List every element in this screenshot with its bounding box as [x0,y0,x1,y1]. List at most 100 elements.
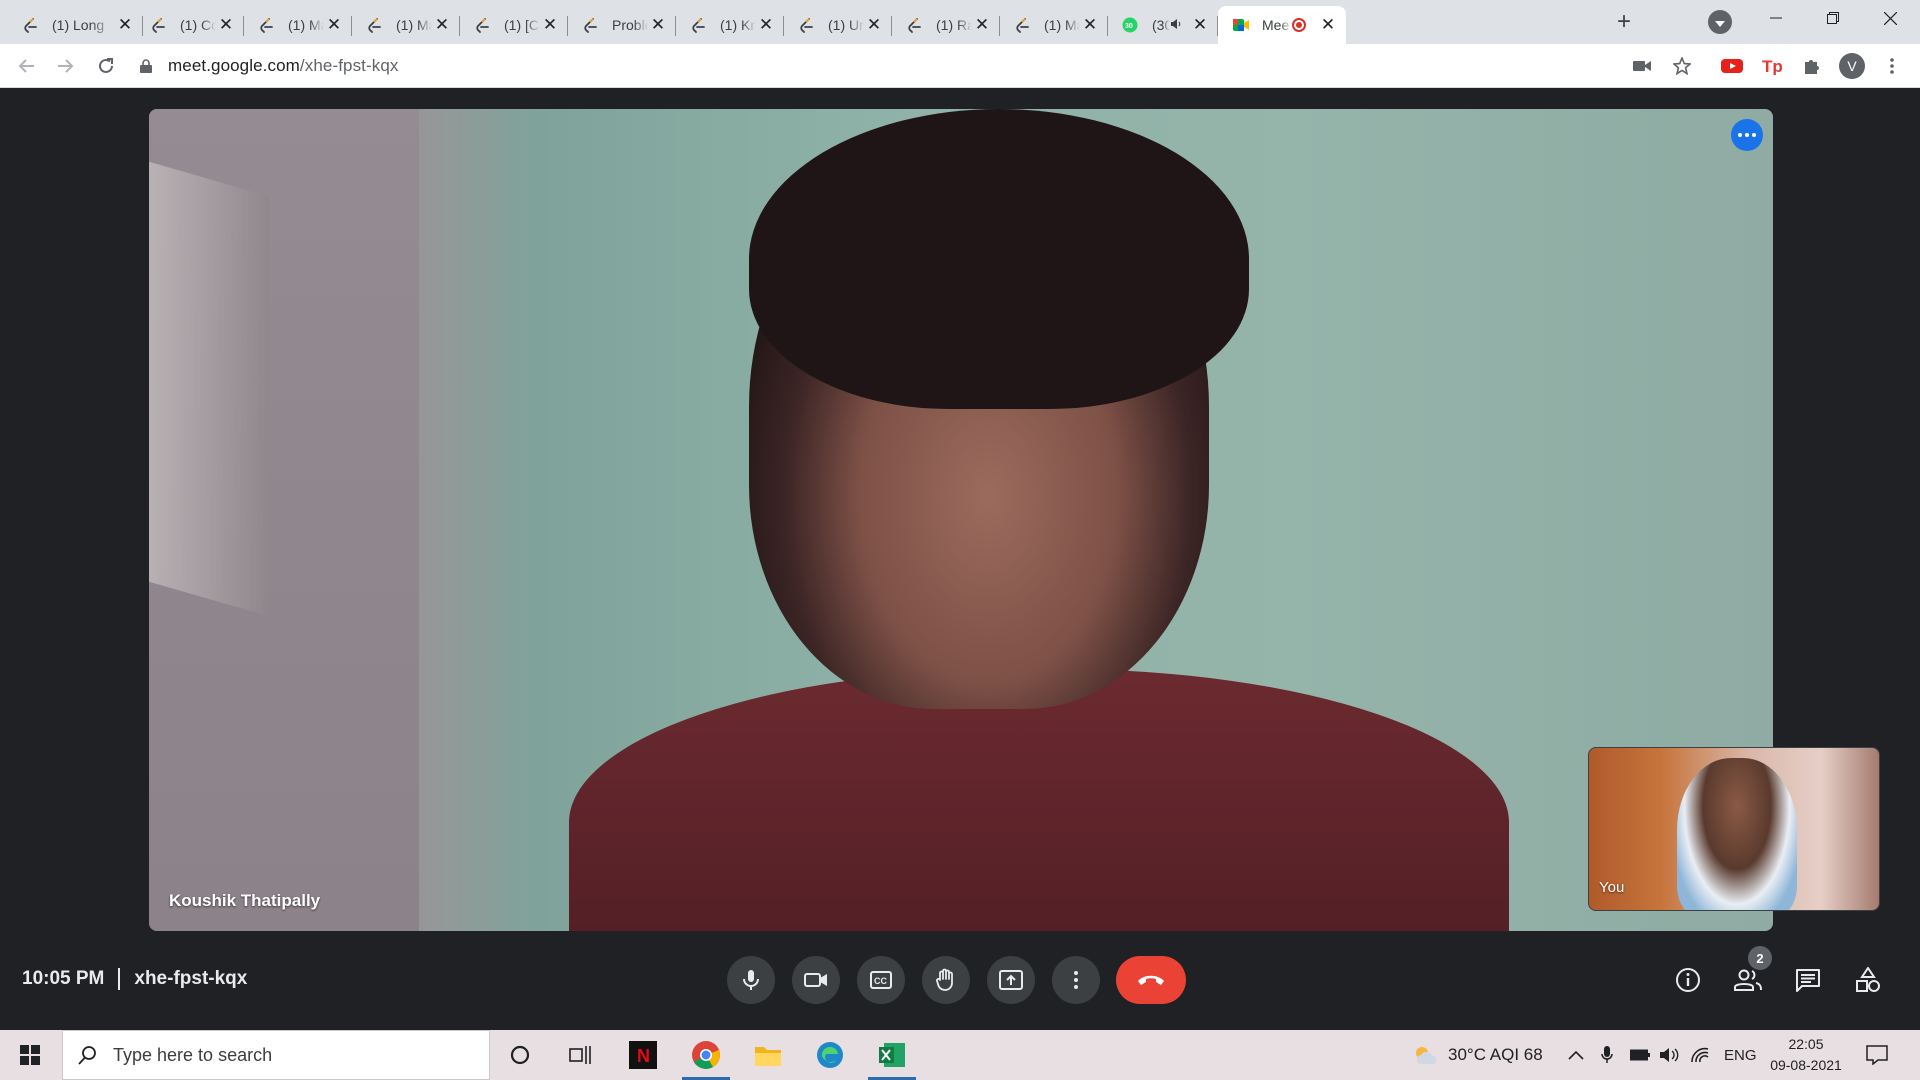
browser-tab[interactable]: (1) Rang✕ [892,6,1000,44]
cortana-circle-icon [510,1045,530,1065]
tab-title: (1) Maxi [396,17,432,33]
divider [118,968,121,990]
browser-tab[interactable]: (1) Long ✕ [0,6,143,44]
close-tab-icon[interactable]: ✕ [972,15,992,35]
google-meet-icon [1232,17,1249,33]
language-label: ENG [1724,1046,1757,1064]
close-tab-icon[interactable]: ✕ [1318,15,1338,35]
browser-tab[interactable]: (1) [C++✕ [460,6,568,44]
chrome-icon [692,1041,720,1069]
star-icon [1673,57,1691,75]
more-options-button[interactable] [1052,956,1100,1004]
new-tab-button[interactable]: + [1610,8,1638,36]
taskbar-search-box[interactable]: Type here to search [62,1030,490,1080]
speaker-icon [1660,1048,1679,1062]
browser-tab[interactable]: Problem✕ [568,6,676,44]
reload-button[interactable] [92,52,120,80]
partly-cloudy-icon [1416,1047,1437,1064]
back-button[interactable] [12,52,40,80]
address-bar[interactable]: meet.google.com/xhe-fpst-kqx [140,50,1680,82]
url-text: meet.google.com/xhe-fpst-kqx [168,56,399,76]
browser-tab[interactable]: (1) Maxi✕ [244,6,352,44]
edge-app[interactable] [802,1030,858,1080]
extensions-button[interactable] [1798,52,1826,80]
recording-indicator-icon [1292,18,1306,32]
close-tab-icon[interactable]: ✕ [115,15,135,35]
input-language-button[interactable]: ENG [1724,1030,1757,1080]
browser-tab[interactable]: Mee ✕ [1218,6,1346,44]
restore-button[interactable] [1805,0,1861,36]
self-video-tile[interactable]: You [1588,747,1880,911]
search-placeholder: Type here to search [113,1044,273,1065]
tab-title: (1) Long [52,17,105,33]
close-tab-icon[interactable]: ✕ [540,15,560,35]
tab-search-button[interactable] [1708,10,1732,34]
profile-button[interactable]: V [1838,52,1866,80]
close-tab-icon[interactable]: ✕ [756,15,776,35]
close-window-button[interactable] [1862,0,1918,36]
task-view-button[interactable] [552,1030,608,1080]
excel-icon [879,1043,905,1067]
tab-title: (1) Rang [936,17,972,33]
netflix-icon: N [629,1041,657,1069]
raise-hand-button[interactable] [922,956,970,1004]
show-hidden-icons-button[interactable] [1568,1030,1584,1080]
start-button[interactable] [0,1030,60,1080]
excel-app[interactable] [864,1030,920,1080]
url-path: /xhe-fpst-kqx [299,56,399,75]
tile-options-button[interactable] [1731,119,1763,151]
browser-tab[interactable]: (1) Uniq✕ [784,6,892,44]
folder-icon [755,1047,781,1066]
present-screen-button[interactable] [987,956,1035,1004]
browser-tab[interactable]: (1) Cont✕ [136,6,244,44]
tab-title: (1) Uniq [828,17,864,33]
forward-button[interactable] [52,52,80,80]
close-tab-icon[interactable]: ✕ [216,15,236,35]
close-tab-icon[interactable]: ✕ [648,15,668,35]
captions-button[interactable]: CC [857,956,905,1004]
notifications-button[interactable] [1866,1030,1888,1080]
close-tab-icon[interactable]: ✕ [1080,15,1100,35]
camera-button[interactable] [792,956,840,1004]
meet-stage: Koushik Thatipally You [0,88,1920,1030]
microphone-button[interactable] [727,956,775,1004]
browser-tab[interactable]: (1) Maxi✕ [352,6,460,44]
present-screen-icon [999,970,1023,990]
browser-tab[interactable]: (1) Knig✕ [676,6,784,44]
browser-tab[interactable]: 30 (30) ✕ [1108,6,1218,44]
volume-button[interactable] [1659,1030,1679,1080]
close-tab-icon[interactable]: ✕ [864,15,884,35]
chat-button[interactable] [1784,956,1832,1004]
chrome-app[interactable] [678,1030,734,1080]
close-tab-icon[interactable]: ✕ [324,15,344,35]
task-view-icon [569,1046,591,1064]
close-tab-icon[interactable]: ✕ [1190,15,1210,35]
file-explorer-app[interactable] [740,1030,796,1080]
netflix-app[interactable]: N [615,1030,671,1080]
cortana-button[interactable] [492,1030,548,1080]
activities-button[interactable] [1844,956,1892,1004]
tab-title: (1) Maxi [288,17,324,33]
taskbar-clock[interactable]: 22:05 09-08-2021 [1758,1034,1854,1076]
weather-text: 30°C AQI 68 [1448,1045,1543,1064]
network-button[interactable] [1690,1030,1710,1080]
leave-call-button[interactable] [1116,956,1186,1004]
microphone-in-use-indicator[interactable] [1601,1030,1613,1080]
audio-playing-icon[interactable] [1170,18,1182,33]
more-vertical-icon [1890,58,1894,74]
tp-extension-button[interactable]: Tp [1758,52,1786,80]
battery-indicator[interactable] [1630,1030,1650,1080]
browser-tab[interactable]: (1) Max✕ [1000,6,1108,44]
participant-video-tile[interactable]: Koushik Thatipally [149,109,1773,931]
browser-menu-button[interactable] [1878,52,1906,80]
close-tab-icon[interactable]: ✕ [432,15,452,35]
youtube-extension-button[interactable] [1718,52,1746,80]
participant-name: Koushik Thatipally [169,891,321,910]
weather-widget[interactable]: 30°C AQI 68 [1412,1030,1543,1080]
camera-in-use-indicator[interactable] [1628,52,1656,80]
minimize-button[interactable] [1748,0,1804,36]
wifi-icon [1691,1047,1709,1063]
meeting-time: 10:05 PM [22,968,105,989]
bookmark-button[interactable] [1668,52,1696,80]
meeting-details-button[interactable] [1664,956,1712,1004]
